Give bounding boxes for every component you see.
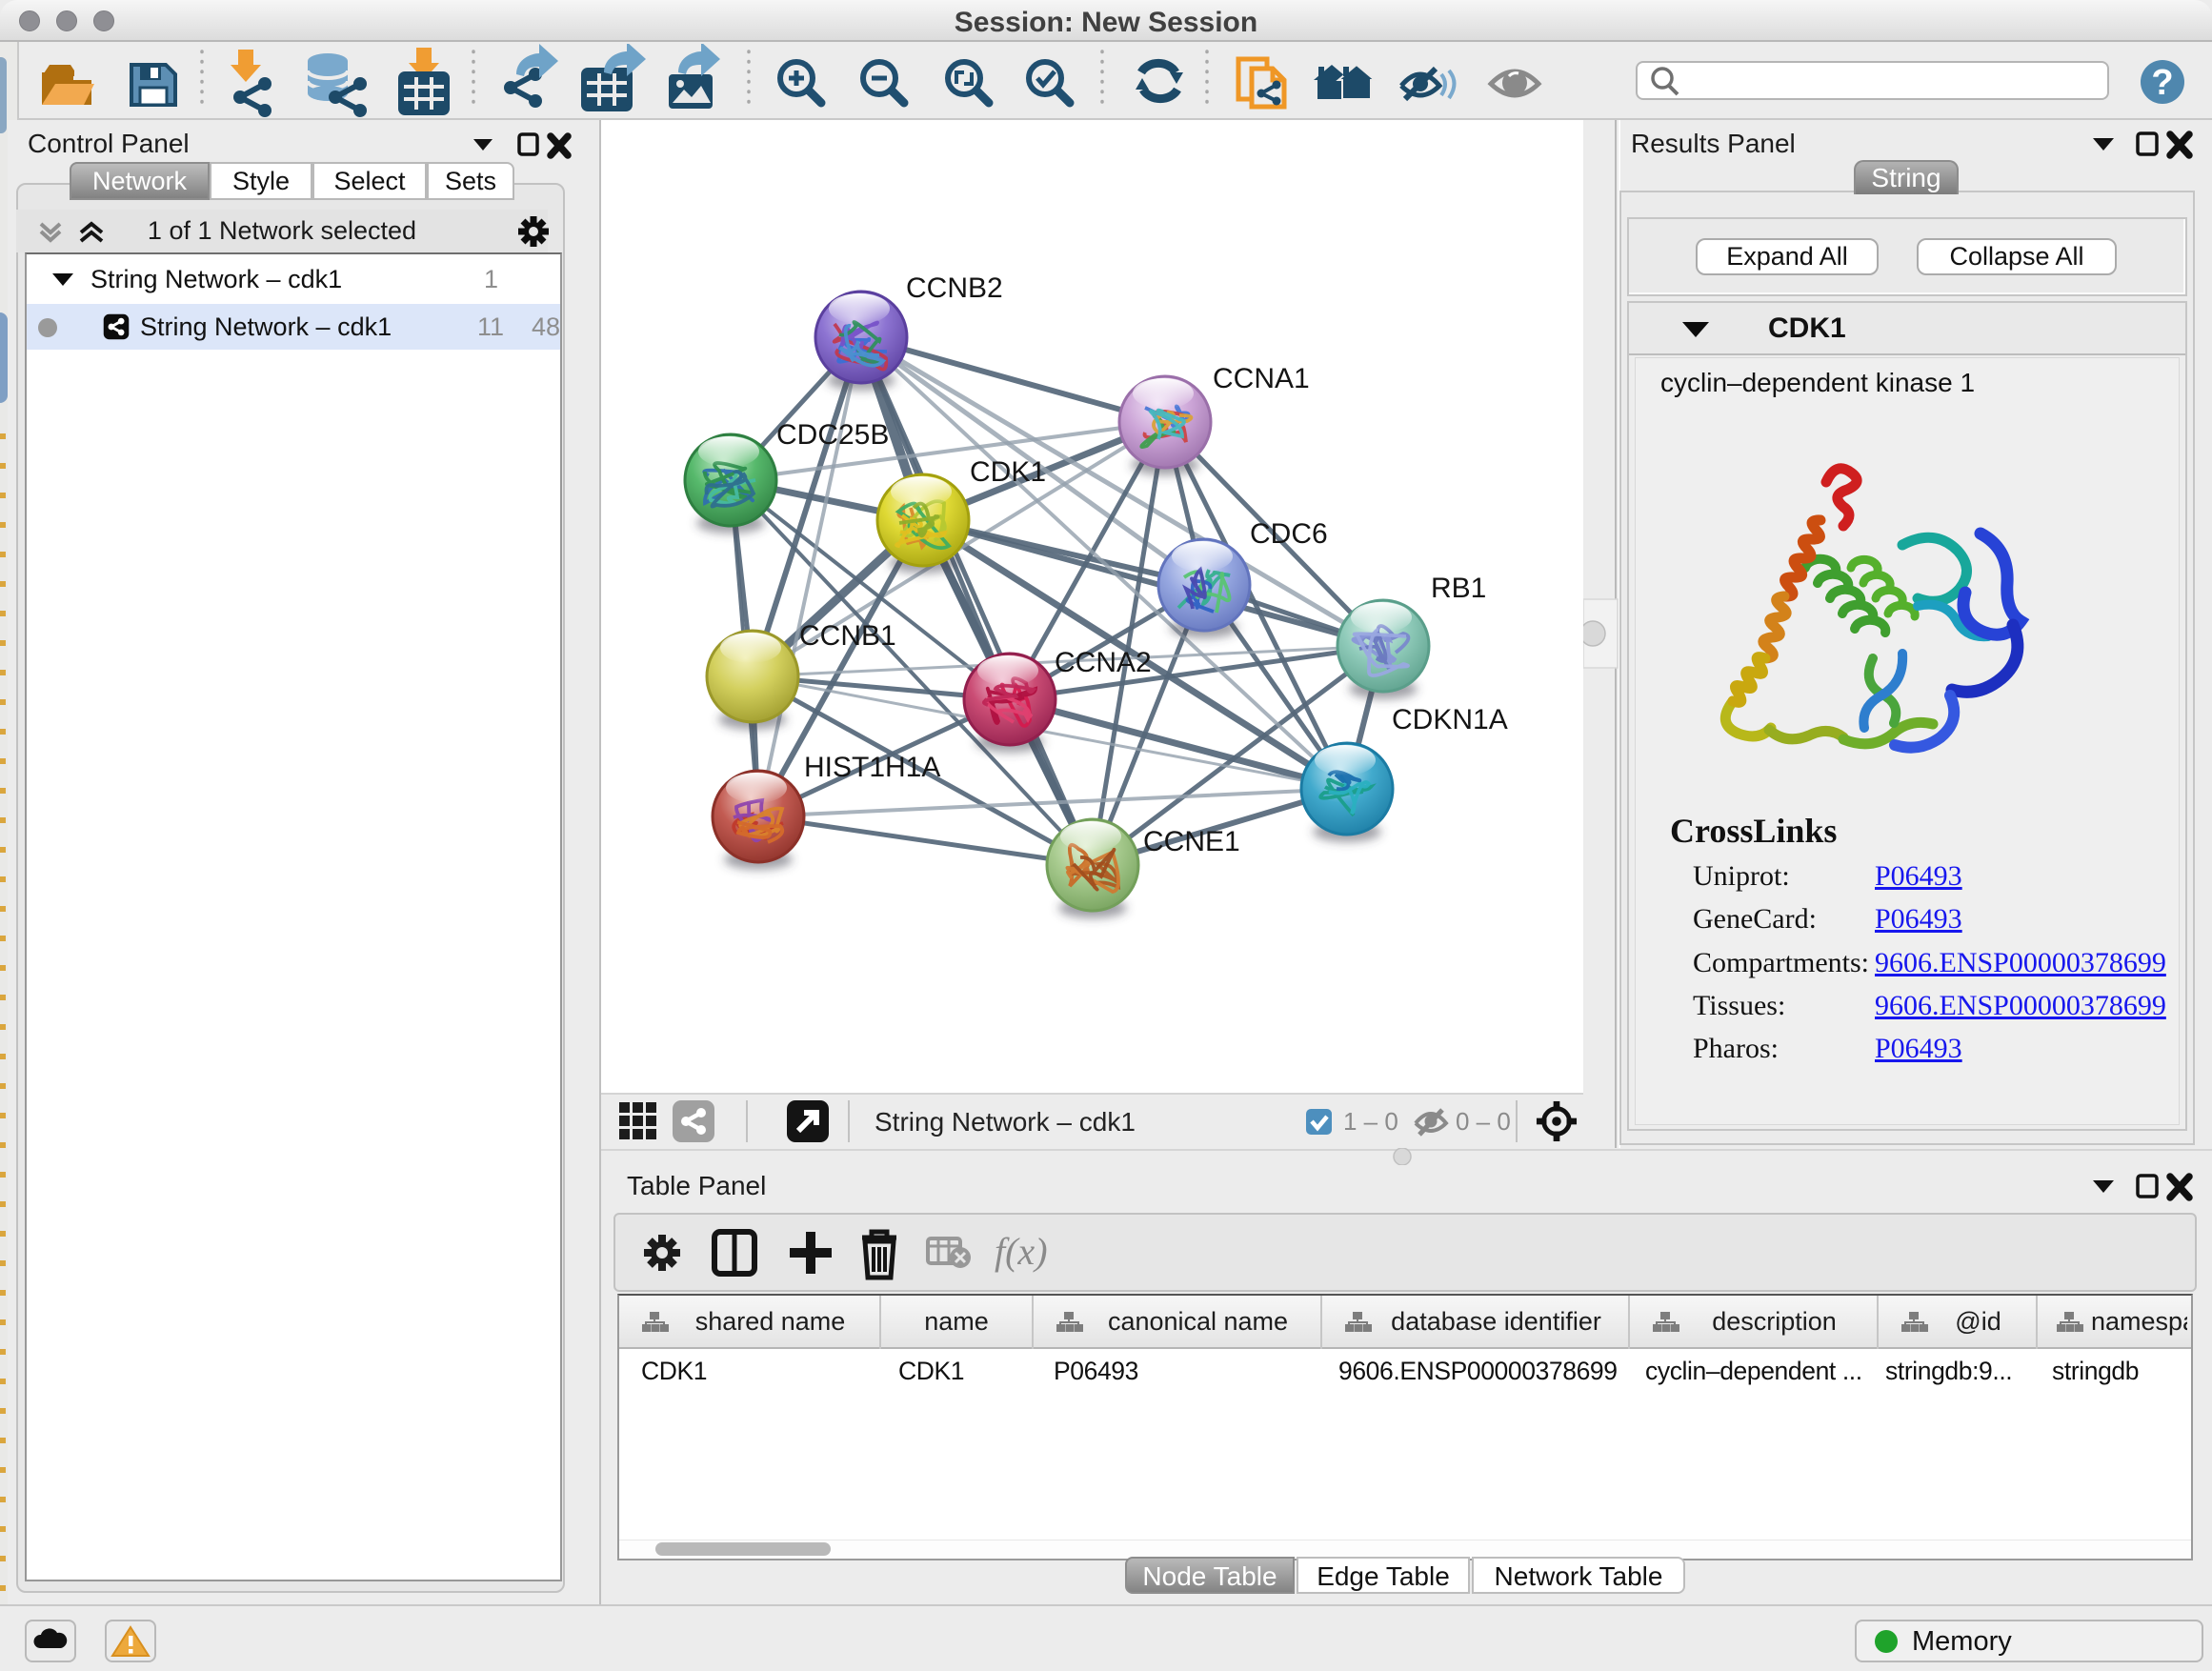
- svg-text:CCNA1: CCNA1: [1213, 363, 1310, 394]
- svg-text:CCNB2: CCNB2: [906, 272, 1003, 304]
- svg-text:?: ?: [2151, 63, 2173, 103]
- svg-text:String Network – cdk1: String Network – cdk1: [875, 1107, 1136, 1137]
- svg-text:CDC6: CDC6: [1250, 518, 1328, 550]
- svg-text:CDKN1A: CDKN1A: [1392, 704, 1508, 735]
- svg-text:CDC25B: CDC25B: [776, 419, 889, 451]
- svg-text:RB1: RB1: [1431, 573, 1486, 604]
- svg-text:CCNE1: CCNE1: [1143, 826, 1240, 857]
- svg-text:0 – 0: 0 – 0: [1456, 1107, 1511, 1136]
- svg-text:CCNA2: CCNA2: [1055, 647, 1152, 678]
- svg-text:f(x): f(x): [995, 1230, 1048, 1273]
- svg-text:CDK1: CDK1: [970, 456, 1046, 488]
- svg-text:1 – 0: 1 – 0: [1343, 1107, 1398, 1136]
- svg-text:HIST1H1A: HIST1H1A: [804, 752, 940, 783]
- svg-text:CCNB1: CCNB1: [799, 620, 896, 652]
